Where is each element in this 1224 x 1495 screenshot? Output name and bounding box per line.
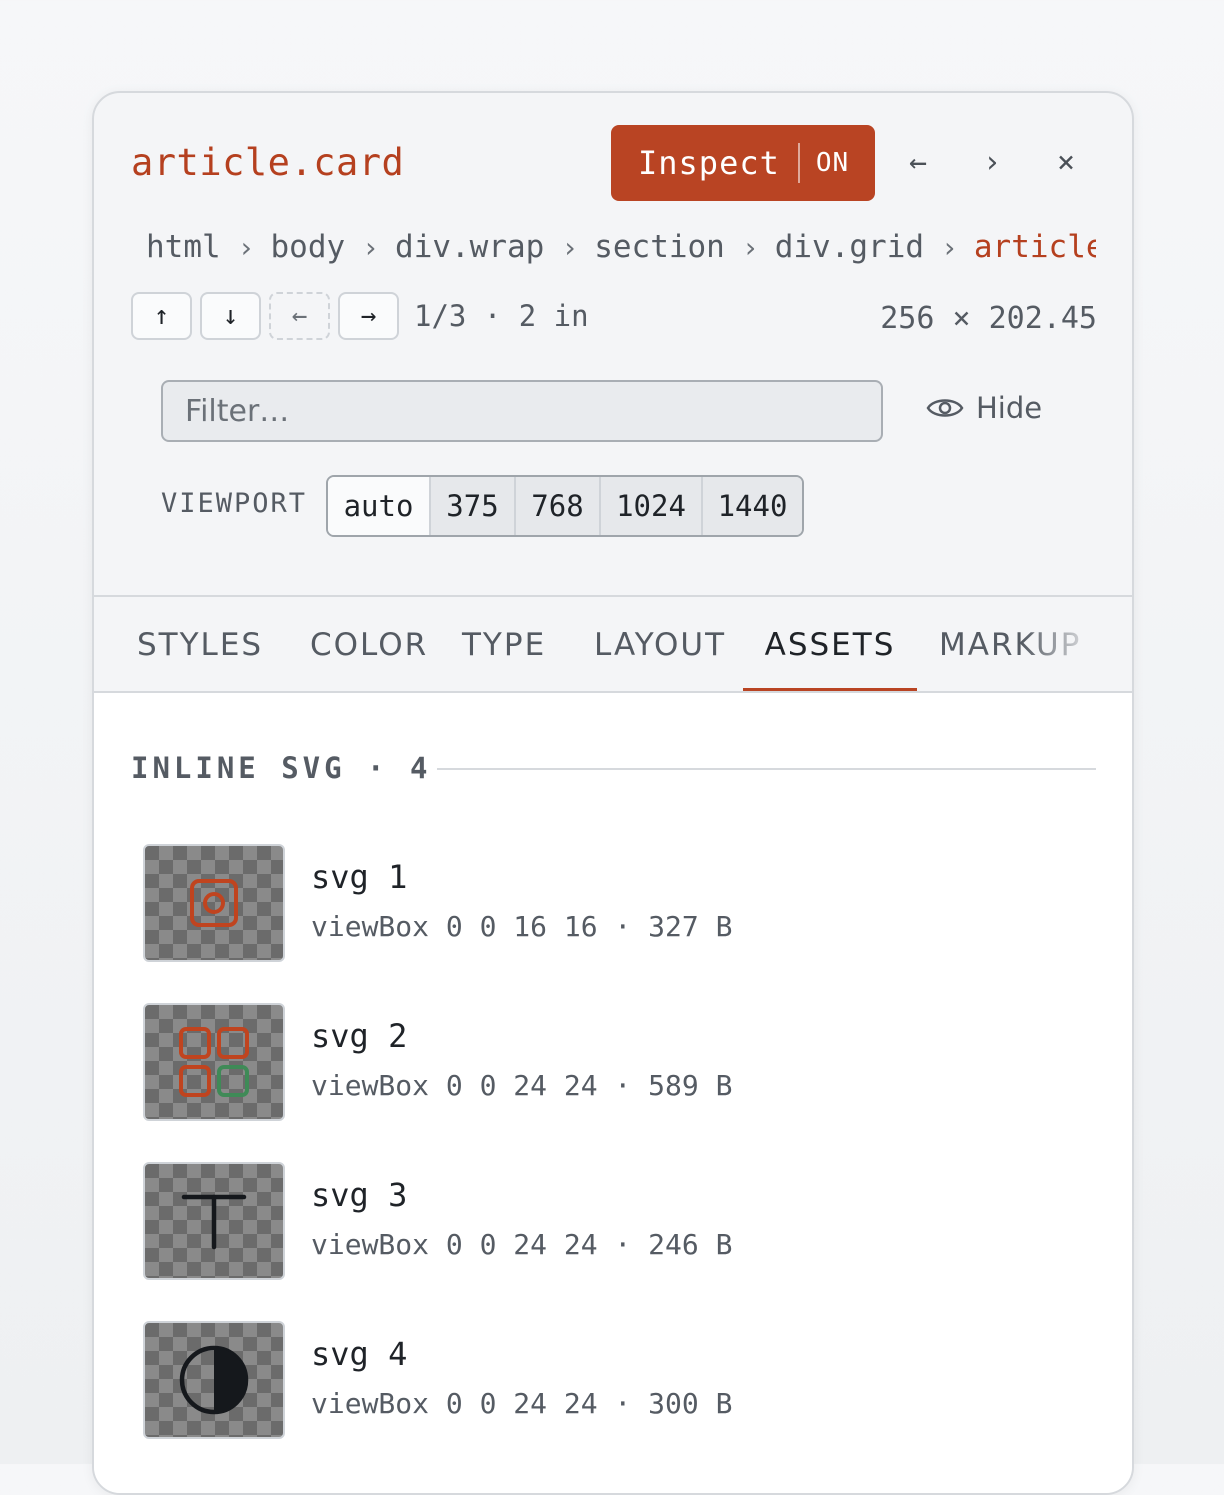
chevron-right-icon: › bbox=[941, 231, 958, 264]
inspector-panel: article.card Inspect ON ← › × html › body ›… bbox=[92, 91, 1134, 1495]
close-icon[interactable]: × bbox=[1041, 137, 1091, 187]
asset-name: svg 1 bbox=[311, 858, 408, 896]
viewport-option-768[interactable]: 768 bbox=[514, 477, 599, 535]
camera-icon bbox=[190, 879, 238, 927]
asset-thumbnail bbox=[143, 844, 285, 962]
viewport-option-1024[interactable]: 1024 bbox=[599, 477, 701, 535]
tabs-scroll-fade bbox=[1022, 597, 1132, 691]
breadcrumb-current[interactable]: article.card bbox=[974, 229, 1096, 265]
chevron-right-icon: › bbox=[561, 231, 579, 264]
breadcrumb: html › body › div.wrap › section › div.grid › arti… bbox=[146, 229, 1096, 269]
tab-type[interactable]: TYPE bbox=[462, 597, 546, 691]
tab-styles[interactable]: STYLES bbox=[137, 597, 263, 691]
child-down-button[interactable]: ↓ bbox=[200, 292, 261, 340]
viewport-option-auto[interactable]: auto bbox=[328, 477, 429, 535]
breadcrumb-item[interactable]: body bbox=[271, 229, 346, 265]
viewport-label: VIEWPORT bbox=[161, 488, 308, 519]
inspect-label: Inspect bbox=[638, 144, 780, 182]
asset-meta: viewBox 0 0 24 24 · 589 B bbox=[311, 1069, 733, 1102]
chevron-right-icon: › bbox=[237, 231, 255, 264]
asset-name: svg 3 bbox=[311, 1176, 408, 1214]
element-dimensions: 256 × 202.45 bbox=[880, 301, 1097, 336]
asset-name: svg 4 bbox=[311, 1335, 408, 1373]
section-title: INLINE SVG · 4 bbox=[131, 751, 432, 785]
inspect-toggle-button[interactable]: Inspect ON bbox=[611, 125, 875, 201]
filter-input[interactable] bbox=[161, 380, 883, 442]
breadcrumb-item[interactable]: div.wrap bbox=[395, 229, 544, 265]
previous-sibling-button[interactable]: ← bbox=[269, 292, 330, 340]
eye-icon bbox=[926, 399, 964, 417]
viewport-option-375[interactable]: 375 bbox=[429, 477, 514, 535]
asset-name: svg 2 bbox=[311, 1017, 408, 1055]
tree-nav-buttons: ↑ ↓ ← → bbox=[131, 292, 399, 340]
viewport-option-1440[interactable]: 1440 bbox=[701, 477, 802, 535]
asset-meta: viewBox 0 0 16 16 · 327 B bbox=[311, 910, 733, 943]
hide-button[interactable]: Hide bbox=[926, 391, 1042, 425]
chevron-right-icon: › bbox=[362, 231, 380, 264]
sibling-position: 1/3 · 2 in bbox=[414, 299, 589, 333]
breadcrumb-item[interactable]: section bbox=[594, 229, 725, 265]
asset-meta: viewBox 0 0 24 24 · 300 B bbox=[311, 1387, 733, 1420]
asset-meta: viewBox 0 0 24 24 · 246 B bbox=[311, 1228, 733, 1261]
type-icon bbox=[181, 1194, 247, 1250]
chevron-right-icon: › bbox=[741, 231, 759, 264]
tab-color[interactable]: COLOR bbox=[310, 597, 428, 691]
forward-chevron-icon[interactable]: › bbox=[967, 137, 1017, 187]
asset-item[interactable]: svg 4 viewBox 0 0 24 24 · 300 B bbox=[143, 1321, 1043, 1441]
breadcrumb-item[interactable]: html bbox=[146, 229, 221, 265]
next-sibling-button[interactable]: → bbox=[338, 292, 399, 340]
asset-thumbnail bbox=[143, 1321, 285, 1439]
parent-up-button[interactable]: ↑ bbox=[131, 292, 192, 340]
breadcrumb-item[interactable]: div.grid bbox=[775, 229, 924, 265]
inspect-divider bbox=[797, 143, 800, 183]
asset-item[interactable]: svg 2 viewBox 0 0 24 24 · 589 B bbox=[143, 1003, 1043, 1123]
viewport-selector: auto 375 768 1024 1440 bbox=[326, 475, 804, 537]
inspect-state: ON bbox=[815, 148, 850, 178]
asset-thumbnail bbox=[143, 1162, 285, 1280]
section-divider bbox=[437, 768, 1096, 770]
back-arrow-icon[interactable]: ← bbox=[893, 137, 943, 187]
hide-label: Hide bbox=[976, 391, 1043, 425]
selected-element-title: article.card bbox=[131, 141, 405, 184]
inspector-tabs: STYLES COLOR TYPE LAYOUT ASSETS MARKUP E bbox=[94, 595, 1132, 693]
tab-assets-label: ASSETS bbox=[764, 627, 896, 663]
tab-layout[interactable]: LAYOUT bbox=[594, 597, 726, 691]
asset-item[interactable]: svg 3 viewBox 0 0 24 24 · 246 B bbox=[143, 1162, 1043, 1282]
tab-assets[interactable]: ASSETS bbox=[743, 597, 917, 691]
inspector-header: article.card Inspect ON ← › × html › body ›… bbox=[94, 93, 1132, 595]
asset-item[interactable]: svg 1 viewBox 0 0 16 16 · 327 B bbox=[143, 844, 1043, 964]
asset-thumbnail bbox=[143, 1003, 285, 1121]
grid-icon bbox=[179, 1027, 249, 1097]
assets-panel: INLINE SVG · 4 svg 1 viewBox 0 0 16 16 ·… bbox=[94, 693, 1132, 1493]
contrast-icon bbox=[179, 1345, 249, 1415]
